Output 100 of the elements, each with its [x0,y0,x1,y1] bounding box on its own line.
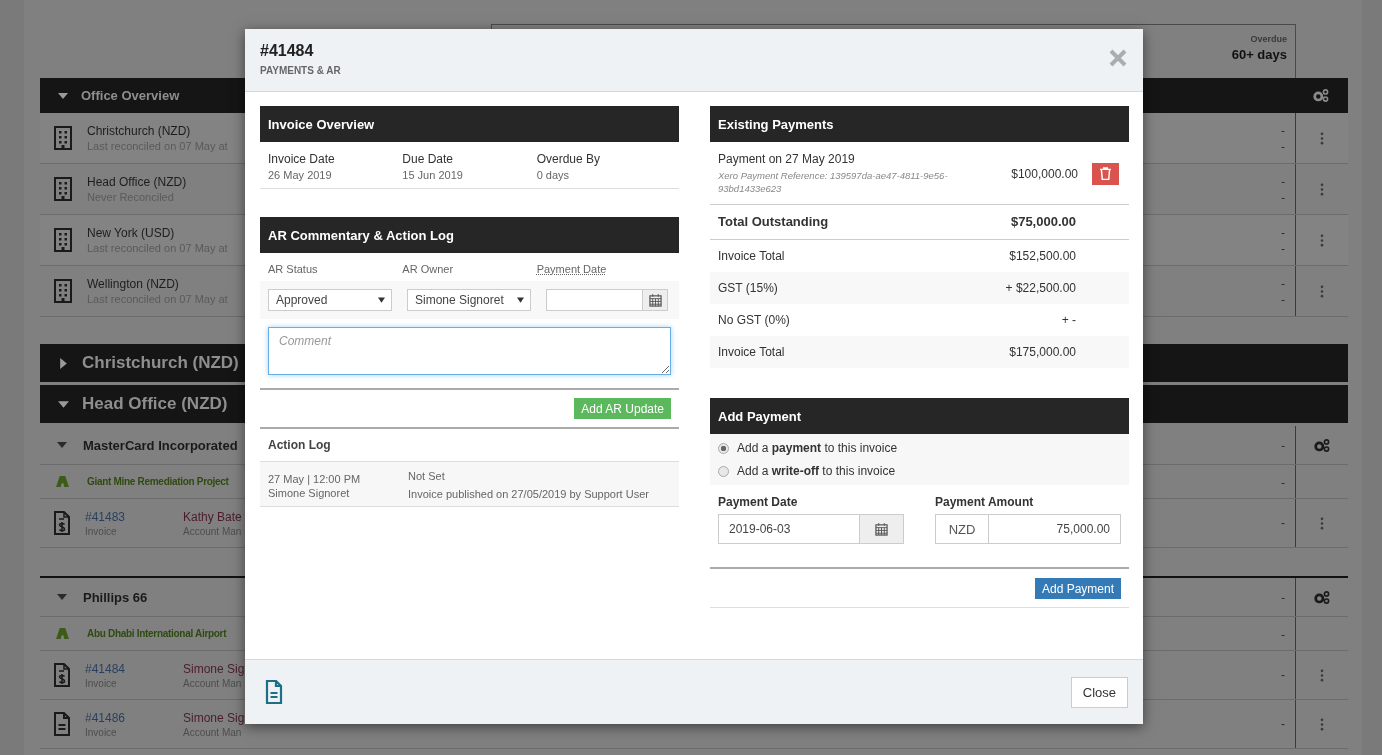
more-icon[interactable] [1320,233,1324,247]
client-name: Phillips 66 [83,589,148,605]
payment-type-option[interactable]: Add a write-off to this invoice [718,464,1121,478]
value-text: - [1281,439,1285,451]
section-header: Add Payment [710,398,1129,434]
field-label: Due Date [402,152,455,166]
more-icon[interactable] [1320,131,1324,145]
field-label: Invoice Date [268,152,336,166]
value-text: - [1281,124,1285,136]
office-name[interactable]: Wellington (NZD) [87,277,228,291]
value-text: - [1281,226,1285,238]
invoice-dollar-icon [53,663,71,687]
value-text: - [1281,175,1285,187]
more-icon[interactable] [1320,717,1324,731]
section-header: Existing Payments [710,106,1129,142]
value-text: - [1281,191,1285,203]
line-amount: $152,500.00 [1008,249,1076,263]
invoice-number[interactable]: #41486 [85,710,183,725]
field-value: 15 Jun 2019 [402,169,464,181]
value-text: - [1281,242,1285,254]
gears-icon[interactable] [1312,88,1330,103]
add-ar-update-button[interactable]: Add AR Update [574,398,671,419]
currency-label: NZD [935,514,989,544]
field-label: AR Owner [402,263,455,275]
field-value: 0 days [536,169,571,181]
value-text: - [1281,293,1285,305]
value-text: - [1281,475,1285,488]
office-name[interactable]: New York (USD) [87,226,228,240]
payment-amount: $100,000.00 [1010,166,1078,181]
gears-icon[interactable] [1313,589,1331,605]
road-icon [56,628,69,639]
column-header-label: Overdue [1250,34,1287,44]
field-value: 26 May 2019 [268,169,333,181]
delete-button[interactable] [1092,162,1119,185]
line-label: No GST (0%) [718,313,790,327]
line-amount: + - [1060,313,1076,327]
total-value: $75,000.00 [1010,214,1076,229]
add-payment-button[interactable]: Add Payment [1034,578,1121,599]
value-text: - [1281,591,1285,603]
log-status: Not Set [408,470,446,482]
comment-field[interactable]: Comment [268,327,671,375]
building-icon [53,177,73,201]
caret-icon[interactable] [57,592,67,602]
office-name[interactable]: Christchurch (NZD) [87,124,228,138]
total-label: Total Outstanding [718,214,829,229]
line-label: Invoice Total [718,249,785,263]
calendar-icon [875,522,888,536]
calendar-button[interactable] [643,289,668,311]
radio-button[interactable] [718,465,729,477]
project-name[interactable]: Giant Mine Remediation Project [87,476,229,487]
close-button[interactable]: Close [1070,676,1128,708]
field-label: Payment Date [718,495,799,509]
value-text: - [1281,277,1285,289]
calendar-icon [648,293,662,307]
payment-title: Payment on 27 May 2019 [718,152,856,166]
field-label: Payment Amount [935,495,1035,509]
more-icon[interactable] [1320,182,1324,196]
value-text: - [1281,627,1285,640]
owner-select[interactable]: Simone Signoret [407,289,531,311]
building-icon [53,228,73,252]
account-manager: Simone Sig [183,710,245,725]
field-label: Overdue By [536,152,602,166]
more-icon[interactable] [1320,284,1324,298]
line-label: GST (15%) [718,281,778,295]
account-manager: Kathy Bate [183,509,242,524]
line-amount: $175,000.00 [1008,345,1076,359]
line-label: Invoice Total [718,345,785,359]
invoice-number[interactable]: #41483 [85,509,183,524]
office-name[interactable]: Head Office (NZD) [87,175,187,189]
section-header: AR Commentary & Action Log [260,217,679,253]
invoice-number[interactable]: #41484 [85,661,183,676]
payment-amount-field[interactable]: 75,000.00 [989,514,1121,544]
log-user: Simone Signoret [268,487,351,499]
value-text: - [1281,718,1285,730]
payment-date-field[interactable]: 2019-06-03 [718,514,860,544]
project-name[interactable]: Abu Dhabi International Airport [87,628,227,639]
radio-button[interactable] [718,442,729,454]
more-icon[interactable] [1320,516,1324,530]
log-time: 27 May | 12:00 PM [268,473,362,485]
value-text: - [1281,669,1285,681]
close-icon[interactable] [1108,48,1128,68]
trash-icon [1100,167,1111,180]
line-amount: + $22,500.00 [1004,281,1076,295]
section-title: Office Overview [81,88,180,103]
status-select[interactable]: Approved [268,289,392,311]
caret-icon[interactable] [57,440,67,450]
payment-type-option[interactable]: Add a payment to this invoice [718,441,1121,455]
field-label: AR Status [268,263,319,275]
more-icon[interactable] [1320,668,1324,682]
group-title: Head Office (NZD) [82,394,228,414]
section-header: Invoice Overview [260,106,679,142]
group-title: Christchurch (NZD) [82,353,239,373]
payment-reference: Xero Payment Reference: 139597da-ae47-4811-9e56-93bd1433e623 [718,169,949,195]
document-icon[interactable] [265,680,283,704]
account-manager: Simone Sig [183,661,245,676]
gears-icon[interactable] [1313,437,1331,453]
client-name: MasterCard Incorporated [83,437,238,453]
calendar-button[interactable] [860,514,904,544]
invoice-dollar-icon [53,511,71,535]
date-input[interactable] [546,289,643,311]
